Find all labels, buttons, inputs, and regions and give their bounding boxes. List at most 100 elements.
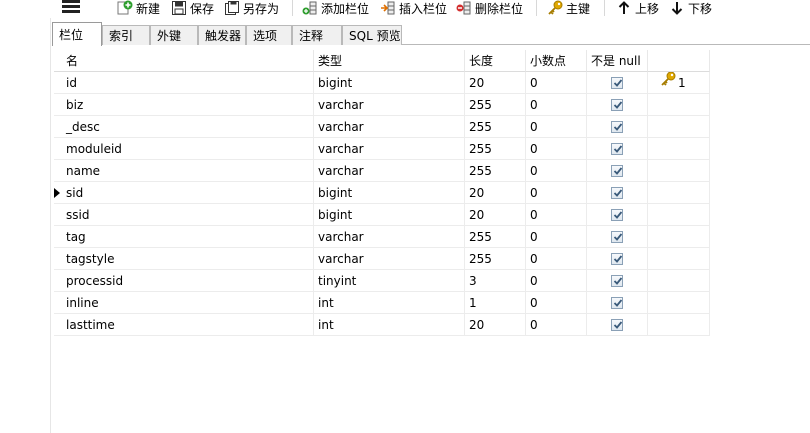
field-decimals-cell[interactable]: 0 bbox=[526, 72, 587, 94]
field-type-cell[interactable]: varchar bbox=[314, 116, 465, 138]
field-name-cell[interactable]: lasttime bbox=[54, 314, 314, 336]
not-null-checkbox[interactable] bbox=[611, 165, 623, 177]
field-decimals-cell[interactable]: 0 bbox=[526, 138, 587, 160]
table-row[interactable]: tag varchar 255 0 bbox=[54, 226, 710, 248]
column-header-length[interactable]: 长度 bbox=[465, 50, 526, 72]
insert-column-button[interactable]: 插入栏位 bbox=[380, 0, 447, 16]
field-decimals-cell[interactable]: 0 bbox=[526, 204, 587, 226]
field-key-cell[interactable] bbox=[648, 160, 710, 182]
field-type-cell[interactable]: bigint bbox=[314, 204, 465, 226]
field-length-cell[interactable]: 255 bbox=[465, 160, 526, 182]
delete-column-button[interactable]: 删除栏位 bbox=[456, 0, 523, 16]
field-name-cell[interactable]: _desc bbox=[54, 116, 314, 138]
tab-sql-preview[interactable]: SQL 预览 bbox=[342, 25, 402, 45]
field-name-cell[interactable]: processid bbox=[54, 270, 314, 292]
not-null-checkbox[interactable] bbox=[611, 319, 623, 331]
field-key-cell[interactable] bbox=[648, 204, 710, 226]
tab-indexes[interactable]: 索引 bbox=[102, 25, 150, 45]
field-decimals-cell[interactable]: 0 bbox=[526, 314, 587, 336]
field-length-cell[interactable]: 20 bbox=[465, 314, 526, 336]
table-row[interactable]: sid bigint 20 0 bbox=[54, 182, 710, 204]
field-key-cell[interactable] bbox=[648, 270, 710, 292]
field-decimals-cell[interactable]: 0 bbox=[526, 116, 587, 138]
column-header-key[interactable] bbox=[648, 50, 710, 72]
column-header-name[interactable]: 名 bbox=[54, 50, 314, 72]
table-row[interactable]: lasttime int 20 0 bbox=[54, 314, 710, 336]
not-null-checkbox[interactable] bbox=[611, 77, 623, 89]
field-key-cell[interactable] bbox=[648, 248, 710, 270]
field-name-cell[interactable]: inline bbox=[54, 292, 314, 314]
field-length-cell[interactable]: 255 bbox=[465, 226, 526, 248]
not-null-checkbox[interactable] bbox=[611, 121, 623, 133]
move-down-button[interactable]: 下移 bbox=[669, 0, 712, 16]
column-header-decimals[interactable]: 小数点 bbox=[526, 50, 587, 72]
field-type-cell[interactable]: varchar bbox=[314, 226, 465, 248]
add-column-button[interactable]: 添加栏位 bbox=[302, 0, 369, 16]
field-key-cell[interactable] bbox=[648, 226, 710, 248]
hamburger-menu-icon[interactable] bbox=[62, 0, 80, 14]
tab-comments[interactable]: 注释 bbox=[292, 25, 342, 45]
field-decimals-cell[interactable]: 0 bbox=[526, 160, 587, 182]
not-null-checkbox[interactable] bbox=[611, 99, 623, 111]
tab-triggers[interactable]: 触发器 bbox=[198, 25, 246, 45]
field-decimals-cell[interactable]: 0 bbox=[526, 182, 587, 204]
not-null-checkbox[interactable] bbox=[611, 297, 623, 309]
not-null-checkbox[interactable] bbox=[611, 187, 623, 199]
save-button[interactable]: 保存 bbox=[171, 0, 214, 16]
field-length-cell[interactable]: 255 bbox=[465, 248, 526, 270]
field-type-cell[interactable]: bigint bbox=[314, 182, 465, 204]
field-name-cell[interactable]: moduleid bbox=[54, 138, 314, 160]
column-header-not-null[interactable]: 不是 null bbox=[587, 50, 648, 72]
field-type-cell[interactable]: tinyint bbox=[314, 270, 465, 292]
table-row[interactable]: inline int 1 0 bbox=[54, 292, 710, 314]
table-row[interactable]: processid tinyint 3 0 bbox=[54, 270, 710, 292]
field-length-cell[interactable]: 255 bbox=[465, 116, 526, 138]
field-length-cell[interactable]: 3 bbox=[465, 270, 526, 292]
not-null-checkbox[interactable] bbox=[611, 253, 623, 265]
field-decimals-cell[interactable]: 0 bbox=[526, 94, 587, 116]
field-type-cell[interactable]: varchar bbox=[314, 248, 465, 270]
not-null-checkbox[interactable] bbox=[611, 143, 623, 155]
tab-columns[interactable]: 栏位 bbox=[52, 22, 102, 46]
table-row[interactable]: tagstyle varchar 255 0 bbox=[54, 248, 710, 270]
field-length-cell[interactable]: 20 bbox=[465, 182, 526, 204]
field-type-cell[interactable]: int bbox=[314, 292, 465, 314]
not-null-checkbox[interactable] bbox=[611, 275, 623, 287]
table-row[interactable]: biz varchar 255 0 bbox=[54, 94, 710, 116]
move-up-button[interactable]: 上移 bbox=[616, 0, 659, 16]
field-key-cell[interactable] bbox=[648, 94, 710, 116]
field-length-cell[interactable]: 255 bbox=[465, 94, 526, 116]
field-name-cell[interactable]: sid bbox=[54, 182, 314, 204]
field-name-cell[interactable]: id bbox=[54, 72, 314, 94]
field-length-cell[interactable]: 20 bbox=[465, 204, 526, 226]
table-row[interactable]: id bigint 20 0 1 bbox=[54, 72, 710, 94]
field-length-cell[interactable]: 255 bbox=[465, 138, 526, 160]
field-key-cell[interactable] bbox=[648, 138, 710, 160]
field-key-cell[interactable]: 1 bbox=[648, 72, 710, 94]
tab-foreign-keys[interactable]: 外键 bbox=[150, 25, 198, 45]
field-name-cell[interactable]: tagstyle bbox=[54, 248, 314, 270]
table-row[interactable]: moduleid varchar 255 0 bbox=[54, 138, 710, 160]
field-name-cell[interactable]: biz bbox=[54, 94, 314, 116]
not-null-checkbox[interactable] bbox=[611, 209, 623, 221]
field-key-cell[interactable] bbox=[648, 182, 710, 204]
field-type-cell[interactable]: varchar bbox=[314, 138, 465, 160]
field-type-cell[interactable]: varchar bbox=[314, 160, 465, 182]
field-length-cell[interactable]: 1 bbox=[465, 292, 526, 314]
table-row[interactable]: _desc varchar 255 0 bbox=[54, 116, 710, 138]
field-key-cell[interactable] bbox=[648, 314, 710, 336]
field-key-cell[interactable] bbox=[648, 292, 710, 314]
field-type-cell[interactable]: bigint bbox=[314, 72, 465, 94]
field-decimals-cell[interactable]: 0 bbox=[526, 248, 587, 270]
field-name-cell[interactable]: name bbox=[54, 160, 314, 182]
tab-options[interactable]: 选项 bbox=[246, 25, 292, 45]
field-length-cell[interactable]: 20 bbox=[465, 72, 526, 94]
field-type-cell[interactable]: int bbox=[314, 314, 465, 336]
field-name-cell[interactable]: ssid bbox=[54, 204, 314, 226]
column-header-type[interactable]: 类型 bbox=[314, 50, 465, 72]
field-key-cell[interactable] bbox=[648, 116, 710, 138]
table-row[interactable]: name varchar 255 0 bbox=[54, 160, 710, 182]
new-button[interactable]: 新建 bbox=[117, 0, 160, 16]
field-decimals-cell[interactable]: 0 bbox=[526, 226, 587, 248]
field-type-cell[interactable]: varchar bbox=[314, 94, 465, 116]
